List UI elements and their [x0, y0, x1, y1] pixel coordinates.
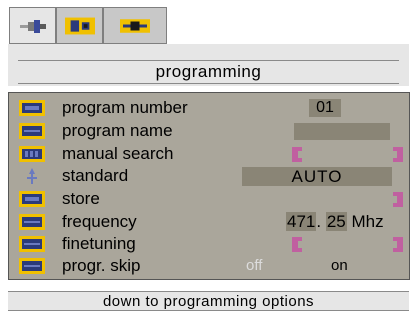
menu-label: finetuning	[62, 234, 136, 253]
program-number-icon	[19, 100, 45, 116]
menu-row-frequency[interactable]: frequency 471. 25 Mhz	[9, 211, 409, 233]
menu-row-program-name[interactable]: program name	[9, 120, 409, 142]
menu-row-standard[interactable]: standard AUTO	[9, 165, 409, 187]
frequency-main: 471	[286, 212, 317, 231]
footer-hint-text: down to programming options	[102, 293, 315, 310]
skip-option-off[interactable]: off	[246, 257, 262, 274]
arrow-right-icon[interactable]	[393, 147, 403, 162]
frequency-value[interactable]: 471. 25 Mhz	[286, 212, 384, 232]
tab-bar	[9, 7, 167, 44]
footer-hint: down to programming options	[8, 291, 409, 311]
menu-row-store[interactable]: store	[9, 188, 409, 210]
frequency-decimal: 25	[325, 212, 347, 231]
frequency-unit: Mhz	[351, 212, 384, 231]
program-number-value[interactable]: 01	[309, 99, 341, 117]
arrow-left-icon[interactable]	[292, 237, 302, 252]
page-title: programming	[155, 62, 262, 81]
frequency-separator: .	[316, 212, 322, 231]
menu-row-manual-search[interactable]: manual search	[9, 143, 409, 165]
menu-row-finetuning[interactable]: finetuning	[9, 233, 409, 255]
tab-antenna[interactable]	[9, 7, 56, 44]
menu-label: store	[62, 189, 100, 208]
menu-label: program name	[62, 121, 173, 140]
skip-option-on[interactable]: on	[331, 257, 348, 274]
plug-highlight-icon	[120, 16, 150, 36]
program-name-field[interactable]	[294, 123, 390, 140]
arrow-right-icon[interactable]	[393, 192, 403, 207]
menu-label: progr. skip	[62, 256, 141, 275]
header-divider-top	[18, 60, 399, 61]
header-divider-bottom	[18, 83, 399, 84]
menu-label: manual search	[62, 144, 174, 163]
programming-menu: program number 01 program name manual se…	[8, 92, 410, 280]
page-header: programming	[8, 44, 409, 86]
menu-row-program-number[interactable]: program number 01	[9, 97, 409, 119]
store-icon	[19, 191, 45, 207]
tab-settings[interactable]	[103, 7, 167, 44]
standard-value[interactable]: AUTO	[242, 167, 392, 186]
menu-label: program number	[62, 98, 188, 117]
manual-search-icon	[19, 146, 45, 162]
skip-icon	[19, 258, 45, 274]
plug-icon	[18, 16, 48, 36]
frequency-icon	[19, 214, 45, 230]
tab-connection[interactable]	[56, 7, 103, 44]
arrow-right-icon[interactable]	[393, 237, 403, 252]
standard-icon	[19, 168, 45, 184]
arrow-left-icon[interactable]	[292, 147, 302, 162]
tv-input-icon	[64, 16, 95, 36]
menu-row-progr-skip[interactable]: progr. skip off on	[9, 255, 409, 277]
finetuning-icon	[19, 236, 45, 252]
menu-label: frequency	[62, 212, 137, 231]
program-name-icon	[19, 123, 45, 139]
menu-label: standard	[62, 166, 129, 185]
